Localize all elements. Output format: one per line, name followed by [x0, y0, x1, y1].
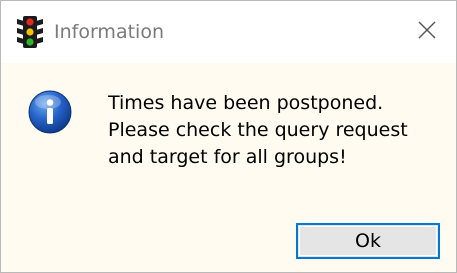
window-title: Information: [54, 21, 164, 43]
traffic-light-icon: [15, 15, 45, 49]
info-icon: [28, 90, 72, 134]
message-text: Times have been postponed. Please check …: [108, 90, 408, 171]
dialog-window: Information Times have been postponed. P…: [0, 0, 457, 273]
dialog-content: Times have been postponed. Please check …: [1, 63, 456, 272]
ok-button[interactable]: Ok: [296, 223, 440, 259]
message-line: and target for all groups!: [108, 146, 347, 168]
close-button[interactable]: [398, 1, 456, 63]
title-bar[interactable]: Information: [1, 1, 456, 63]
message-line: Please check the query request: [108, 119, 408, 141]
close-icon: [417, 20, 437, 44]
message-line: Times have been postponed.: [108, 92, 384, 114]
